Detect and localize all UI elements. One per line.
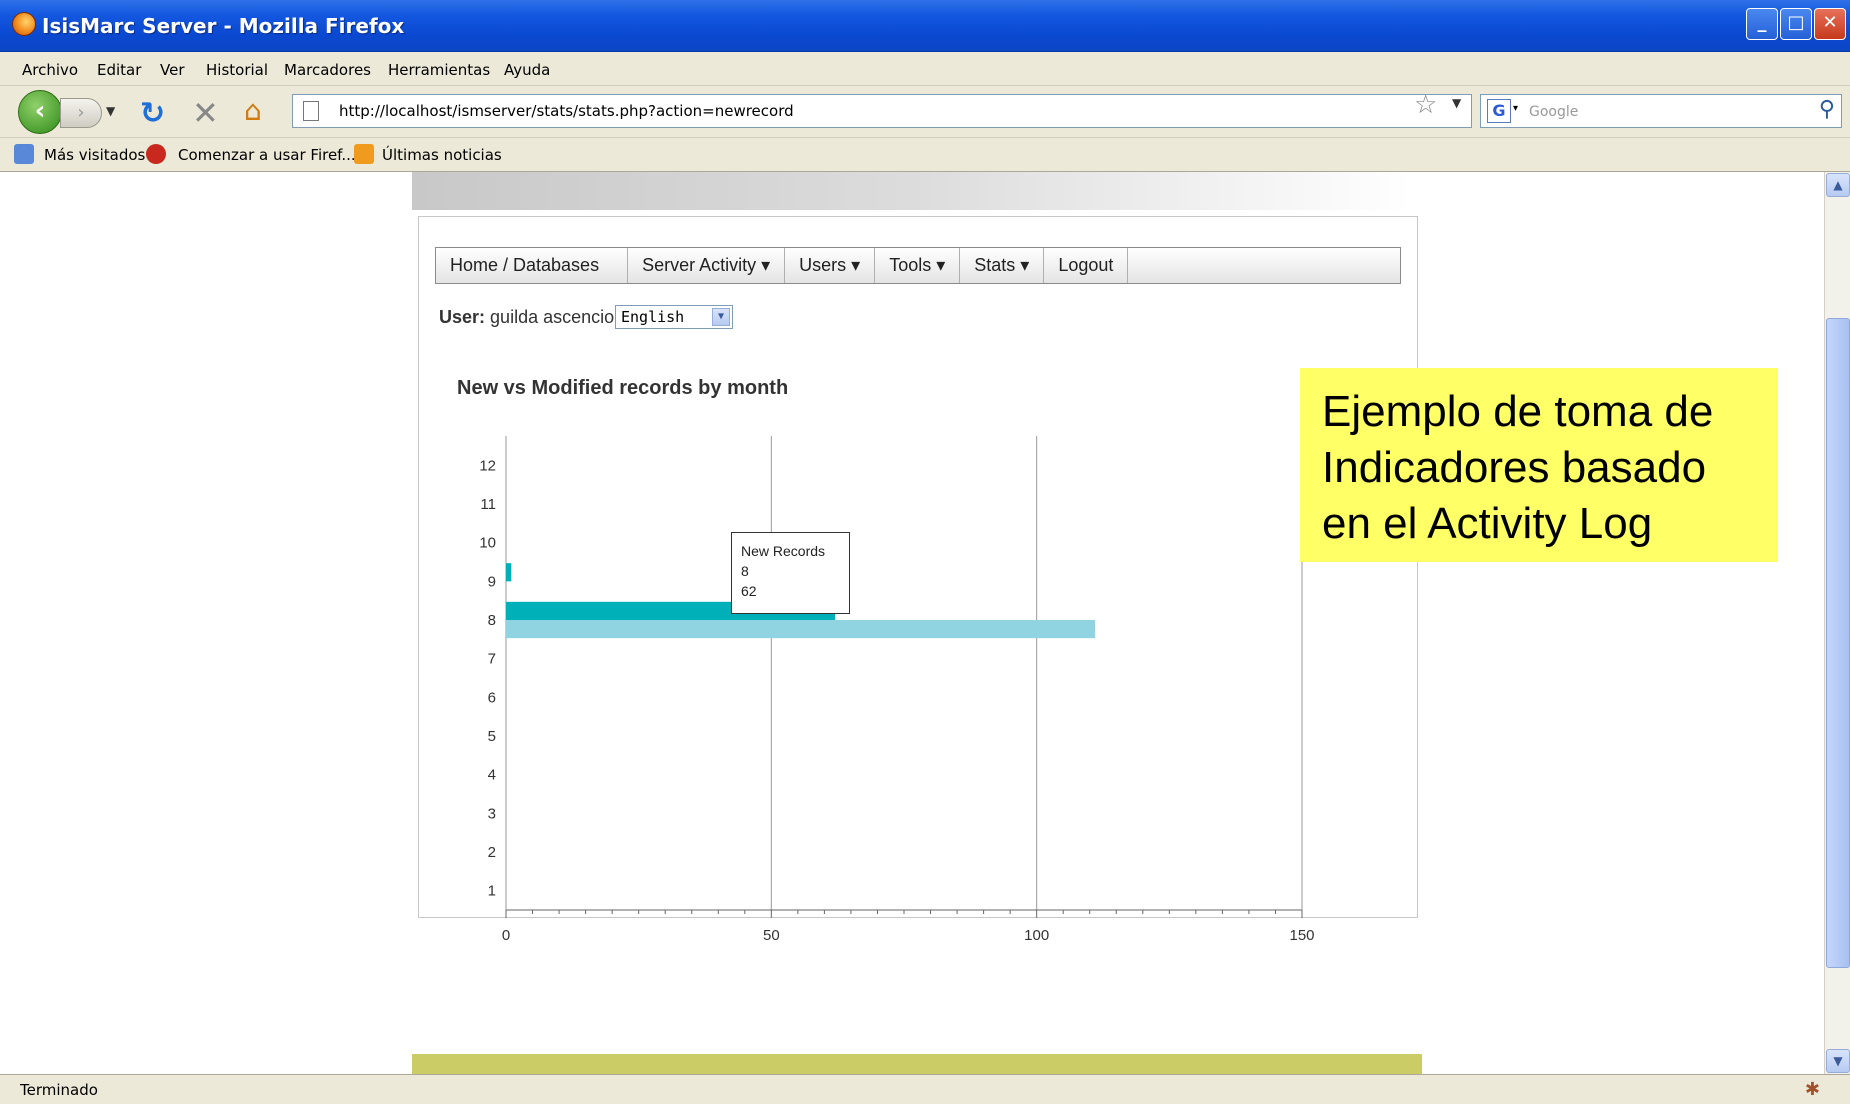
most-visited-icon	[14, 144, 34, 164]
chevron-down-icon[interactable]: ▼	[712, 308, 730, 326]
y-tick-label: 2	[488, 844, 496, 861]
search-bar[interactable]: G ▾ Google ⚲	[1480, 94, 1842, 128]
menu-marcadores[interactable]: Marcadores	[284, 61, 371, 79]
window-title: IsisMarc Server - Mozilla Firefox	[42, 14, 405, 38]
status-text: Terminado	[20, 1081, 98, 1099]
callout-line-3: en el Activity Log	[1322, 499, 1653, 548]
scroll-up-button[interactable]: ▲	[1826, 173, 1850, 197]
menu-ayuda[interactable]: Ayuda	[504, 61, 550, 79]
bookmark-mas-visitados[interactable]: Más visitados	[44, 146, 145, 164]
y-tick-label: 1	[488, 883, 496, 900]
user-name: guilda ascencio	[490, 307, 615, 327]
y-tick-label: 5	[488, 728, 496, 745]
maximize-button[interactable]: □	[1780, 8, 1812, 40]
y-tick-label: 8	[488, 612, 496, 629]
stop-icon[interactable]: ✕	[192, 94, 219, 132]
reload-icon[interactable]: ↻	[140, 96, 165, 131]
tooltip-value: 62	[741, 583, 757, 599]
search-input[interactable]: Google	[1529, 104, 1578, 120]
status-icon: ✱	[1804, 1079, 1820, 1100]
search-icon[interactable]: ⚲	[1819, 97, 1835, 122]
tooltip-series: New Records	[741, 543, 826, 559]
menu-ver[interactable]: Ver	[160, 61, 185, 79]
language-value[interactable]: English	[621, 308, 684, 326]
y-tick-label: 12	[479, 457, 496, 474]
page-footer-bar	[412, 1054, 1422, 1074]
url-text[interactable]: http://localhost/ismserver/stats/stats.p…	[339, 102, 794, 120]
firefox-logo-icon	[12, 12, 36, 36]
menu-editar[interactable]: Editar	[97, 61, 141, 79]
bar	[506, 563, 512, 582]
records-bar-chart: 0 50 100 150123456789101112	[479, 436, 1315, 944]
x-tick-label: 150	[1289, 927, 1314, 944]
bar	[506, 620, 1096, 639]
x-tick-label: 100	[1024, 927, 1049, 944]
page-icon	[303, 101, 319, 121]
google-engine-icon[interactable]: G	[1487, 99, 1511, 123]
bookmark-comenzar[interactable]: Comenzar a usar Firef...	[178, 146, 356, 164]
y-tick-label: 11	[480, 496, 496, 513]
page-header-band	[412, 172, 1412, 210]
user-label: User:	[439, 307, 486, 327]
menu-herramientas[interactable]: Herramientas	[388, 61, 490, 79]
user-info: User: guilda ascencio	[439, 307, 614, 328]
y-tick-label: 7	[488, 651, 496, 668]
window-titlebar: IsisMarc Server - Mozilla Firefox _ □ ✕	[0, 0, 1850, 52]
forward-button[interactable]: ›	[60, 98, 102, 128]
scroll-down-button[interactable]: ▼	[1826, 1049, 1850, 1073]
status-bar: Terminado ✱	[0, 1074, 1850, 1104]
rss-feed-icon	[354, 144, 374, 164]
nav-stats[interactable]: Stats ▾	[960, 248, 1045, 283]
close-button[interactable]: ✕	[1814, 8, 1846, 40]
y-tick-label: 10	[479, 535, 496, 552]
x-tick-label: 0	[502, 927, 510, 944]
nav-server-activity[interactable]: Server Activity ▾	[628, 248, 786, 283]
navigation-toolbar: ‹ › ▼ ↻ ✕ ⌂ http://localhost/ismserver/s…	[0, 86, 1850, 138]
menu-historial[interactable]: Historial	[206, 61, 268, 79]
callout-line-1: Ejemplo de toma de	[1322, 387, 1714, 436]
back-button[interactable]: ‹	[18, 90, 62, 134]
address-bar[interactable]: http://localhost/ismserver/stats/stats.p…	[292, 94, 1472, 128]
y-tick-label: 4	[488, 767, 496, 784]
firefox-start-icon	[146, 144, 166, 164]
vertical-scrollbar[interactable]: ▲ ▼	[1824, 172, 1850, 1074]
history-dropdown-icon[interactable]: ▼	[106, 104, 115, 118]
bookmark-star-icon[interactable]: ☆	[1414, 90, 1437, 120]
y-tick-label: 3	[488, 805, 496, 822]
callout-line-2: Indicadores basado	[1322, 443, 1707, 492]
nav-home-databases[interactable]: Home / Databases	[436, 248, 629, 283]
nav-users[interactable]: Users ▾	[785, 248, 876, 283]
language-select[interactable]: English ▼	[615, 305, 733, 329]
menu-bar: Archivo Editar Ver Historial Marcadores …	[0, 52, 1850, 86]
page-viewport: Home / Databases Server Activity ▾ Users…	[8, 172, 1824, 1074]
annotation-callout: Ejemplo de toma de Indicadores basado en…	[1300, 368, 1778, 562]
chart-tooltip: New Records 8 62	[731, 532, 850, 614]
home-icon[interactable]: ⌂	[244, 94, 262, 127]
site-nav-menu: Home / Databases Server Activity ▾ Users…	[435, 247, 1401, 284]
menu-archivo[interactable]: Archivo	[22, 61, 78, 79]
scroll-thumb[interactable]	[1826, 318, 1850, 968]
url-dropdown-icon[interactable]: ▼	[1452, 96, 1461, 110]
bookmark-ultimas-noticias[interactable]: Últimas noticias	[382, 146, 502, 164]
x-tick-label: 50	[763, 927, 780, 944]
chart-title: New vs Modified records by month	[457, 377, 789, 399]
tooltip-category: 8	[741, 563, 749, 579]
bookmarks-toolbar: Más visitados Comenzar a usar Firef... Ú…	[0, 138, 1850, 172]
nav-tools[interactable]: Tools ▾	[875, 248, 961, 283]
y-tick-label: 9	[488, 573, 496, 590]
y-tick-label: 6	[488, 689, 496, 706]
engine-dropdown-icon[interactable]: ▾	[1513, 103, 1518, 114]
minimize-button[interactable]: _	[1746, 8, 1778, 40]
nav-logout[interactable]: Logout	[1044, 248, 1129, 283]
